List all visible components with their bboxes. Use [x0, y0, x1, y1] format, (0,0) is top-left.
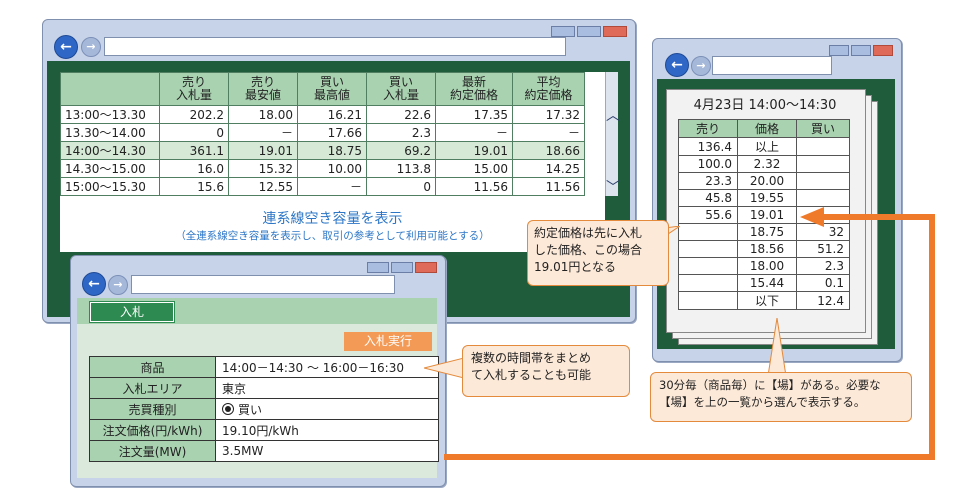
connector-line-bottom: [444, 454, 935, 460]
window-controls: [551, 26, 627, 37]
callout-pointer: [424, 357, 464, 379]
maximize-button[interactable]: [391, 262, 413, 273]
product-field[interactable]: 14:00－14:30 ～ 16:00－16:30: [215, 356, 439, 378]
form-row-price: 注文価格(円/kWh) 19.10円/kWh: [89, 419, 439, 441]
form-row-trade-type: 売買種別 買い: [89, 398, 439, 420]
column-header-buy-max: 買い 最高値: [297, 72, 367, 106]
callout-market-explanation: 30分毎（商品毎）に【場】がある。必要な 【場】を上の一覧から選んで表示する。: [650, 372, 912, 422]
column-header-latest-price: 最新 約定価格: [435, 72, 513, 106]
tab-bid[interactable]: 入札: [89, 301, 175, 323]
column-header-sell-volume: 売り 入札量: [159, 72, 229, 106]
column-header-price: 価格: [737, 119, 797, 138]
order-book-title: 4月23日 14:00〜14:30: [693, 98, 837, 113]
minimize-button[interactable]: [367, 262, 389, 273]
address-bar[interactable]: [712, 56, 832, 75]
back-arrow-icon[interactable]: ←: [665, 53, 689, 77]
trade-type-field[interactable]: 買い: [215, 398, 439, 420]
close-button[interactable]: [603, 26, 627, 37]
arrow-left-icon: [800, 207, 824, 227]
table-row[interactable]: 13.30〜14.00 0 － 17.66 2.3 － －: [60, 123, 585, 142]
forward-arrow-icon[interactable]: →: [108, 275, 128, 295]
order-book-row: 18.00 2.3: [678, 257, 850, 275]
maximize-button[interactable]: [851, 45, 871, 56]
form-row-product: 商品 14:00－14:30 ～ 16:00－16:30: [89, 356, 439, 378]
trade-type-value: 買い: [238, 402, 263, 417]
column-header-time: [60, 72, 160, 106]
window-controls: [367, 262, 437, 273]
order-book-row: 45.8 19.55: [678, 189, 850, 207]
table-row[interactable]: 14.30〜15.00 16.0 15.32 10.00 113.8 15.00…: [60, 159, 585, 178]
scroll-down-icon[interactable]: ﹀: [606, 181, 620, 195]
bid-form-table: 商品 14:00－14:30 ～ 16:00－16:30 入札エリア 東京 売買…: [89, 356, 439, 462]
column-header-buy-volume: 買い 入札量: [366, 72, 436, 106]
column-header-sell: 売り: [678, 119, 738, 138]
table-header-row: 売り 入札量 売り 最安値 買い 最高値 買い 入札量 最新 約定価格 平均 約定価格: [60, 72, 585, 106]
order-quantity-field[interactable]: 3.5MW: [215, 440, 439, 462]
address-bar[interactable]: [104, 37, 566, 56]
order-book-row: 18.56 51.2: [678, 240, 850, 258]
close-button[interactable]: [873, 45, 893, 56]
interconnect-capacity-note: （全連系線空き容量を表示し、取引の参考として利用可能とする）: [175, 230, 490, 242]
order-book-header-row: 売り 価格 買い: [678, 119, 850, 138]
order-book-row: 23.3 20.00: [678, 172, 850, 190]
back-arrow-icon[interactable]: ←: [82, 272, 106, 296]
order-book-row: 以下 12.4: [678, 291, 850, 310]
order-price-field[interactable]: 19.10円/kWh: [215, 419, 439, 441]
radio-selected-icon[interactable]: [222, 402, 234, 415]
table-row[interactable]: 15:00〜15.30 15.6 12.55 － 0 11.56 11.56: [60, 177, 585, 196]
order-book-row: 136.4 以上: [678, 137, 850, 156]
column-header-sell-min: 売り 最安値: [228, 72, 298, 106]
scroll-up-icon[interactable]: ︿: [606, 109, 620, 123]
callout-contract-price: 約定価格は先に入札 した価格、この場合 19.01円となる: [527, 220, 669, 286]
forward-arrow-icon[interactable]: →: [81, 37, 101, 57]
forward-arrow-icon[interactable]: →: [691, 56, 711, 76]
minimize-button[interactable]: [551, 26, 575, 37]
back-arrow-icon[interactable]: ←: [54, 35, 78, 59]
window-controls: [829, 45, 893, 56]
market-summary-table: 売り 入札量 売り 最安値 買い 最高値 買い 入札量 最新 約定価格 平均 約定価格 13…: [60, 72, 585, 196]
table-row-selected[interactable]: 14:00〜14.30 361.1 19.01 18.75 69.2 19.01…: [60, 141, 585, 160]
table-scrollbar[interactable]: ︿ ﹀: [605, 72, 620, 196]
minimize-button[interactable]: [829, 45, 849, 56]
column-header-avg-price: 平均 約定価格: [512, 72, 585, 106]
address-bar[interactable]: [131, 275, 395, 294]
connector-line-top: [820, 214, 935, 220]
execute-bid-button[interactable]: 入札実行: [344, 332, 432, 351]
close-button[interactable]: [415, 262, 437, 273]
connector-line-right: [929, 214, 935, 460]
order-book-row: 100.0 2.32: [678, 155, 850, 173]
callout-pointer: [767, 318, 787, 376]
order-book-row: 15.44 0.1: [678, 274, 850, 292]
interconnect-capacity-link[interactable]: 連系線空き容量を表示: [60, 208, 605, 228]
callout-multi-timeslot: 複数の時間帯をまとめ て入札することも可能: [462, 345, 630, 397]
maximize-button[interactable]: [577, 26, 601, 37]
form-row-quantity: 注文量(MW) 3.5MW: [89, 440, 439, 462]
form-row-area: 入札エリア 東京: [89, 377, 439, 399]
column-header-buy: 買い: [796, 119, 850, 138]
area-field[interactable]: 東京: [215, 377, 439, 399]
table-row[interactable]: 13:00〜13.30 202.2 18.00 16.21 22.6 17.35…: [60, 105, 585, 124]
